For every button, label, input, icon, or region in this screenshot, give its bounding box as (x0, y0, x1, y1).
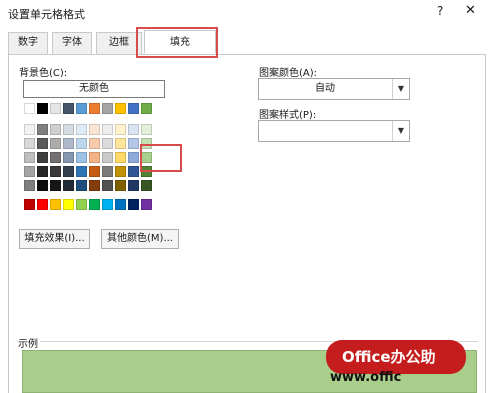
selected-swatch-highlight (140, 144, 182, 172)
tab-font[interactable]: 字体 (52, 32, 92, 54)
color-swatch[interactable] (76, 199, 87, 210)
format-cells-dialog: 设置单元格格式 ? ✕ 数字 字体 边框 填充 背景色(C): 无颜色 填充效果… (0, 0, 491, 393)
tint-row (24, 180, 152, 191)
color-swatch[interactable] (89, 166, 100, 177)
color-swatch[interactable] (115, 138, 126, 149)
color-swatch[interactable] (50, 152, 61, 163)
color-swatch[interactable] (89, 138, 100, 149)
tint-row (24, 152, 152, 163)
more-colors-button[interactable]: 其他颜色(M)... (101, 229, 179, 249)
tab-number[interactable]: 数字 (8, 32, 48, 54)
color-swatch[interactable] (37, 166, 48, 177)
color-swatch[interactable] (24, 199, 35, 210)
color-swatch[interactable] (89, 152, 100, 163)
color-swatch[interactable] (115, 180, 126, 191)
color-swatch[interactable] (115, 166, 126, 177)
color-swatch[interactable] (37, 138, 48, 149)
color-swatch[interactable] (63, 180, 74, 191)
color-swatch[interactable] (37, 152, 48, 163)
color-swatch[interactable] (102, 166, 113, 177)
color-swatch[interactable] (128, 199, 139, 210)
color-swatch[interactable] (115, 199, 126, 210)
title-bar: 设置单元格格式 ? ✕ (0, 0, 491, 26)
color-swatch[interactable] (63, 166, 74, 177)
color-swatch[interactable] (102, 103, 113, 114)
standard-color-row (24, 199, 152, 210)
color-swatch[interactable] (37, 180, 48, 191)
chevron-down-icon[interactable]: ▼ (392, 121, 409, 141)
watermark-url: www.offic (330, 370, 402, 385)
color-swatch[interactable] (128, 124, 139, 135)
color-swatch[interactable] (141, 103, 152, 114)
color-swatch[interactable] (128, 180, 139, 191)
color-swatch[interactable] (89, 180, 100, 191)
tint-row (24, 166, 152, 177)
theme-color-row (24, 103, 152, 114)
color-swatch[interactable] (102, 180, 113, 191)
color-swatch[interactable] (128, 166, 139, 177)
color-swatch[interactable] (63, 199, 74, 210)
color-swatch[interactable] (115, 103, 126, 114)
color-swatch[interactable] (128, 152, 139, 163)
fill-effects-button[interactable]: 填充效果(I)... (19, 229, 90, 249)
color-swatch[interactable] (24, 103, 35, 114)
color-swatch[interactable] (50, 138, 61, 149)
color-swatch[interactable] (141, 124, 152, 135)
dialog-title: 设置单元格格式 (8, 8, 85, 21)
tint-row (24, 138, 152, 149)
color-swatch[interactable] (76, 166, 87, 177)
color-swatch[interactable] (115, 124, 126, 135)
color-swatch[interactable] (24, 124, 35, 135)
watermark-badge-text: Office办公助 (342, 348, 436, 366)
pattern-color-dropdown[interactable]: 自动 ▼ (258, 78, 410, 100)
color-swatch[interactable] (76, 138, 87, 149)
color-swatch[interactable] (89, 199, 100, 210)
color-swatch[interactable] (50, 180, 61, 191)
color-swatch[interactable] (141, 180, 152, 191)
color-swatch[interactable] (76, 124, 87, 135)
no-color-button[interactable]: 无颜色 (23, 80, 165, 98)
color-swatch[interactable] (102, 124, 113, 135)
color-swatch[interactable] (128, 103, 139, 114)
pattern-style-label: 图案样式(P): (259, 110, 317, 121)
color-swatch[interactable] (63, 103, 74, 114)
color-swatch[interactable] (89, 103, 100, 114)
color-swatch[interactable] (24, 180, 35, 191)
background-color-label: 背景色(C): (19, 68, 68, 79)
color-swatch[interactable] (50, 199, 61, 210)
color-swatch[interactable] (102, 138, 113, 149)
color-swatch[interactable] (63, 152, 74, 163)
color-swatch[interactable] (102, 152, 113, 163)
color-swatch[interactable] (24, 166, 35, 177)
color-swatch[interactable] (141, 199, 152, 210)
tint-row (24, 124, 152, 135)
color-swatch[interactable] (63, 138, 74, 149)
color-swatch[interactable] (63, 124, 74, 135)
color-swatch[interactable] (37, 124, 48, 135)
color-swatch[interactable] (24, 138, 35, 149)
sample-label: 示例 (18, 339, 38, 350)
color-swatch[interactable] (76, 180, 87, 191)
color-swatch[interactable] (37, 103, 48, 114)
tab-fill-highlight (136, 27, 218, 58)
color-swatch[interactable] (128, 138, 139, 149)
pattern-color-value: 自动 (315, 83, 335, 94)
tab-bar: 数字 字体 边框 填充 (8, 30, 486, 55)
color-swatch[interactable] (50, 166, 61, 177)
color-swatch[interactable] (50, 103, 61, 114)
close-icon[interactable]: ✕ (465, 3, 476, 18)
color-swatch[interactable] (76, 152, 87, 163)
help-icon[interactable]: ? (437, 4, 443, 18)
color-swatch[interactable] (102, 199, 113, 210)
color-swatch[interactable] (76, 103, 87, 114)
watermark-logo: Office办公助 (326, 340, 466, 374)
color-swatch[interactable] (89, 124, 100, 135)
color-swatch[interactable] (24, 152, 35, 163)
color-swatch[interactable] (115, 152, 126, 163)
pattern-color-label: 图案颜色(A): (259, 68, 318, 79)
chevron-down-icon[interactable]: ▼ (392, 79, 409, 99)
color-swatch[interactable] (37, 199, 48, 210)
pattern-style-dropdown[interactable]: ▼ (258, 120, 410, 142)
color-swatch[interactable] (50, 124, 61, 135)
